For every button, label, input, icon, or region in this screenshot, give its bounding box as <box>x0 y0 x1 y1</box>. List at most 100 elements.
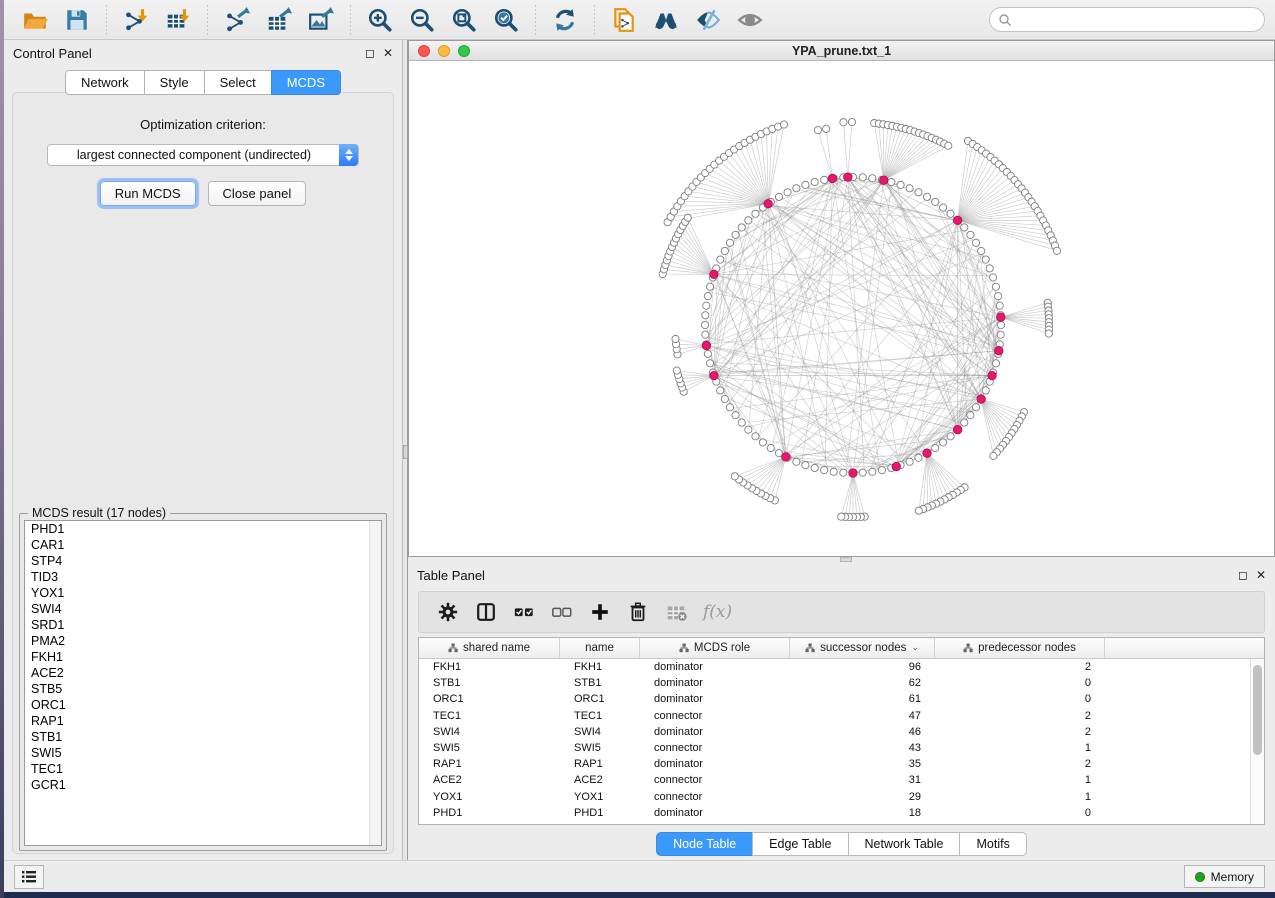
graph-node[interactable] <box>738 224 745 231</box>
mcds-result-node[interactable]: RAP1 <box>25 713 381 729</box>
network-graph-canvas[interactable] <box>409 61 1274 556</box>
zoom-fit-button[interactable] <box>447 4 481 36</box>
graph-leaf-node[interactable] <box>990 452 997 459</box>
graph-node[interactable] <box>961 224 968 231</box>
graph-node[interactable] <box>811 178 818 185</box>
graph-node[interactable] <box>859 174 866 181</box>
select-all-button[interactable] <box>505 595 543 629</box>
tab-edge-table[interactable]: Edge Table <box>752 832 848 856</box>
table-row[interactable]: FKH1FKH1dominator962 <box>419 659 1250 675</box>
graph-node[interactable] <box>982 387 989 394</box>
graph-node[interactable] <box>932 444 939 451</box>
graph-node[interactable] <box>717 256 724 263</box>
graph-node[interactable] <box>726 404 733 411</box>
mcds-result-node[interactable]: PMA2 <box>25 633 381 649</box>
graph-mcds-hub-node[interactable] <box>923 449 931 457</box>
column-header-MCDS-role[interactable]: MCDS role <box>640 638 790 658</box>
graph-node[interactable] <box>997 331 1004 338</box>
mcds-result-node[interactable]: YOX1 <box>25 585 381 601</box>
mcds-result-node[interactable]: SWI4 <box>25 601 381 617</box>
tab-mcds[interactable]: MCDS <box>271 70 341 95</box>
graph-mcds-hub-node[interactable] <box>995 346 1003 354</box>
show-all-button[interactable] <box>733 4 767 36</box>
mcds-result-node[interactable]: PHD1 <box>25 521 381 537</box>
graph-node[interactable] <box>704 293 711 300</box>
table-row[interactable]: STB1STB1dominator620 <box>419 675 1250 691</box>
graph-node[interactable] <box>767 444 774 451</box>
float-panel-icon[interactable]: ◻ <box>365 47 375 59</box>
graph-node[interactable] <box>717 387 724 394</box>
search-box[interactable] <box>989 7 1265 32</box>
graph-node[interactable] <box>972 239 979 246</box>
refresh-button[interactable] <box>548 4 582 36</box>
mcds-result-node[interactable]: STB5 <box>25 681 381 697</box>
table-scrollbar[interactable] <box>1250 659 1264 824</box>
graph-node[interactable] <box>932 198 939 205</box>
graph-node[interactable] <box>802 462 809 469</box>
graph-node[interactable] <box>732 231 739 238</box>
graph-mcds-hub-node[interactable] <box>997 313 1005 321</box>
function-builder-button[interactable]: f(x) <box>703 602 732 622</box>
zoom-selected-button[interactable] <box>489 4 523 36</box>
mcds-result-list[interactable]: PHD1CAR1STP4TID3YOX1SWI4SRD1PMA2FKH1ACE2… <box>24 520 382 846</box>
graph-leaf-node[interactable] <box>731 473 738 480</box>
graph-mcds-hub-node[interactable] <box>702 341 710 349</box>
table-row[interactable]: ACE2ACE2connector311 <box>419 772 1250 788</box>
graph-node[interactable] <box>888 178 895 185</box>
column-header-successor-nodes[interactable]: successor nodes⌄ <box>790 638 935 658</box>
graph-node[interactable] <box>997 321 1004 328</box>
graph-node[interactable] <box>830 468 837 475</box>
mcds-result-node[interactable]: ACE2 <box>25 665 381 681</box>
graph-leaf-node[interactable] <box>945 142 952 149</box>
graph-node[interactable] <box>939 204 946 211</box>
graph-node[interactable] <box>752 210 759 217</box>
table-row[interactable]: SWI4SWI4dominator462 <box>419 724 1250 740</box>
graph-node[interactable] <box>978 247 985 254</box>
graph-node[interactable] <box>732 411 739 418</box>
mcds-result-node[interactable]: SRD1 <box>25 617 381 633</box>
graph-mcds-hub-node[interactable] <box>988 371 996 379</box>
graph-node[interactable] <box>721 395 728 402</box>
memory-button[interactable]: Memory <box>1184 865 1265 888</box>
mcds-list-scrollbar[interactable] <box>369 521 381 845</box>
task-history-button[interactable] <box>14 865 44 889</box>
tab-style[interactable]: Style <box>144 70 205 95</box>
graph-node[interactable] <box>840 469 847 476</box>
mcds-result-node[interactable]: FKH1 <box>25 649 381 665</box>
mcds-result-node[interactable]: GCR1 <box>25 777 381 793</box>
close-panel-button[interactable]: Close panel <box>208 181 307 206</box>
graph-leaf-node[interactable] <box>1045 330 1052 337</box>
graph-mcds-hub-node[interactable] <box>977 395 985 403</box>
graph-node[interactable] <box>869 468 876 475</box>
clone-network-button[interactable] <box>607 4 641 36</box>
graph-node[interactable] <box>859 469 866 476</box>
tab-node-table[interactable]: Node Table <box>656 832 753 856</box>
graph-node[interactable] <box>726 239 733 246</box>
mcds-result-node[interactable]: STB1 <box>25 729 381 745</box>
graph-node[interactable] <box>897 181 904 188</box>
graph-leaf-node[interactable] <box>915 507 922 514</box>
table-row[interactable]: TEC1TEC1connector472 <box>419 708 1250 724</box>
table-scrollbar-thumb[interactable] <box>1253 665 1262 755</box>
save-session-button[interactable] <box>60 4 94 36</box>
graph-node[interactable] <box>947 210 954 217</box>
close-table-panel-icon[interactable]: ✕ <box>1256 569 1266 581</box>
graph-node[interactable] <box>759 439 766 446</box>
graph-node[interactable] <box>906 185 913 192</box>
graph-mcds-hub-node[interactable] <box>828 174 836 182</box>
table-row[interactable]: ORC1ORC1dominator610 <box>419 691 1250 707</box>
graph-mcds-hub-node[interactable] <box>953 216 961 224</box>
graph-node[interactable] <box>752 433 759 440</box>
tab-select[interactable]: Select <box>204 70 272 95</box>
columns-button[interactable] <box>467 595 505 629</box>
graph-leaf-node[interactable] <box>672 335 679 342</box>
run-mcds-button[interactable]: Run MCDS <box>100 181 196 206</box>
graph-mcds-hub-node[interactable] <box>892 462 900 470</box>
mcds-result-node[interactable]: TEC1 <box>25 761 381 777</box>
zoom-in-button[interactable] <box>363 4 397 36</box>
graph-node[interactable] <box>793 458 800 465</box>
graph-node[interactable] <box>702 331 709 338</box>
graph-node[interactable] <box>721 247 728 254</box>
graph-node[interactable] <box>745 217 752 224</box>
graph-node[interactable] <box>906 458 913 465</box>
